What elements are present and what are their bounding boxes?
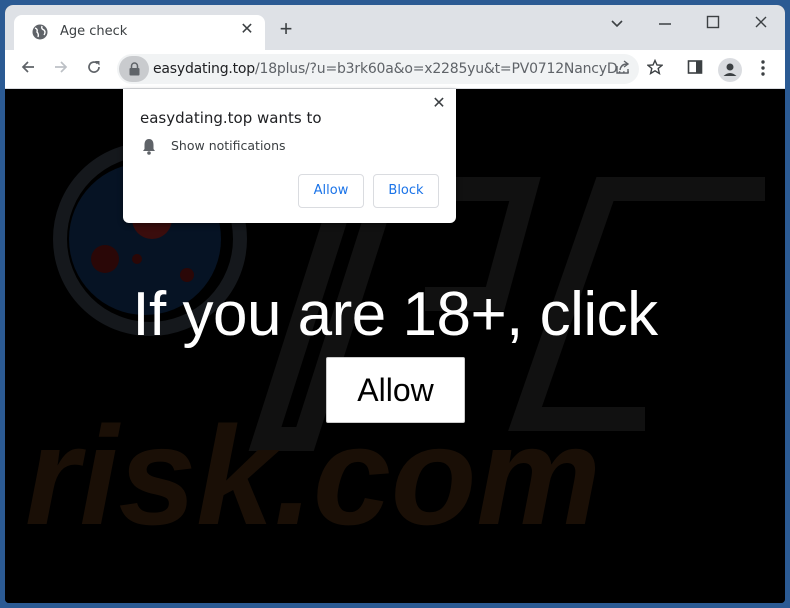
notification-permission-popup: easydating.top wants to ✕ Show notificat… (123, 89, 456, 223)
site-info-button[interactable] (119, 56, 149, 82)
browser-window: Age check ✕ + easydating.top/18plus/?u=b… (5, 5, 785, 603)
url-text[interactable]: easydating.top/18plus/?u=b3rk60a&o=x2285… (153, 61, 630, 77)
bookmark-button[interactable] (645, 58, 665, 79)
tab-title: Age check (60, 24, 128, 39)
reload-icon (88, 61, 100, 73)
watermark-dot (91, 245, 119, 273)
popup-close-button[interactable]: ✕ (429, 94, 449, 114)
menu-button[interactable] (752, 59, 774, 81)
lock-icon (129, 62, 140, 76)
arrow-left-icon (21, 61, 34, 73)
bell-icon (143, 139, 155, 155)
new-tab-button[interactable]: + (277, 18, 295, 40)
page-allow-button[interactable]: Allow (326, 357, 465, 423)
side-panel-icon (687, 60, 703, 74)
side-panel-button[interactable] (684, 59, 706, 81)
close-window-button[interactable] (746, 12, 776, 38)
age-headline: If you are 18+, click (132, 280, 658, 349)
address-bar[interactable]: easydating.top/18plus/?u=b3rk60a&o=x2285… (117, 54, 664, 84)
star-icon (646, 58, 664, 75)
watermark-text: risk.com (25, 397, 601, 554)
forward-button[interactable] (48, 56, 74, 82)
more-vert-icon (761, 60, 765, 76)
globe-icon (32, 24, 48, 40)
popup-title: easydating.top wants to (140, 109, 322, 127)
tab-search-button[interactable] (602, 12, 632, 38)
arrow-right-icon (55, 61, 68, 73)
permission-label: Show notifications (171, 138, 286, 153)
minimize-icon (659, 23, 671, 25)
toolbar: easydating.top/18plus/?u=b3rk60a&o=x2285… (5, 50, 785, 89)
watermark-dot (132, 254, 142, 264)
back-button[interactable] (15, 56, 41, 82)
close-icon (755, 16, 767, 28)
share-icon (616, 60, 630, 74)
avatar-icon (718, 58, 742, 82)
url-path: /18plus/?u=b3rk60a&o=x2285yu&t=PV0712Nan… (254, 61, 631, 77)
maximize-button[interactable] (698, 12, 728, 38)
profile-button[interactable] (717, 57, 743, 83)
reload-button[interactable] (81, 56, 107, 82)
chevron-down-icon (611, 20, 623, 28)
tab-close-icon[interactable]: ✕ (238, 21, 256, 39)
tab-age-check[interactable]: Age check ✕ (14, 15, 265, 51)
title-bar: Age check ✕ + (5, 5, 785, 51)
share-button[interactable] (613, 59, 633, 79)
popup-block-button[interactable]: Block (373, 174, 439, 208)
maximize-icon (706, 15, 720, 29)
url-domain: easydating.top (153, 61, 255, 77)
popup-allow-button[interactable]: Allow (298, 174, 364, 208)
minimize-button[interactable] (650, 12, 680, 38)
